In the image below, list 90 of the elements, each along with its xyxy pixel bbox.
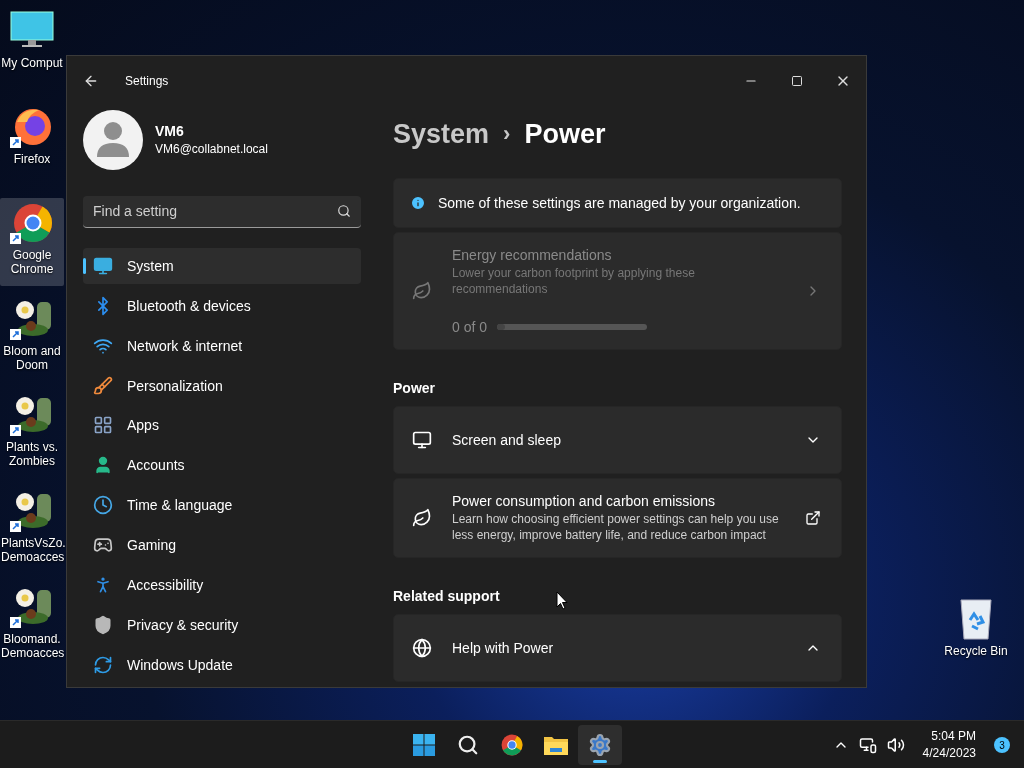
nav-label: Personalization [127, 377, 223, 394]
card-title: Energy recommendations [452, 247, 613, 263]
breadcrumb-parent[interactable]: System [393, 118, 490, 150]
shortcut-label: PlantsVsZo. Demoacces [1, 536, 63, 564]
nav-item[interactable]: Accounts [83, 447, 361, 484]
user-email: VM6@collabnet.local [155, 142, 268, 157]
breadcrumb-separator: › [503, 121, 511, 147]
card-title: Help with Power [452, 640, 555, 656]
nav-item[interactable]: Bluetooth & devices [83, 287, 361, 324]
card-title: Screen and sleep [452, 432, 562, 448]
screen-icon [412, 430, 432, 450]
desktop-shortcut[interactable]: Plants vs. Zombies [0, 390, 64, 478]
shortcut-label: Recycle Bin [943, 644, 1009, 658]
nav-item[interactable]: Personalization [83, 367, 361, 404]
desktop-shortcut[interactable]: Bloom and Doom [0, 294, 64, 382]
shortcut-label: My Comput [1, 56, 63, 70]
leaf-icon [412, 281, 432, 301]
nav-label: Network & internet [127, 337, 243, 354]
search-field[interactable]: Find a setting [93, 196, 337, 227]
nav-label: Accounts [127, 457, 185, 474]
section-heading: Power [393, 380, 435, 396]
info-icon [410, 195, 426, 211]
desktop-shortcut[interactable]: My Comput [0, 6, 64, 94]
settings-card[interactable]: Power consumption and carbon emissions Learn how choosing efficient power settings can help you use less energy, improve battery life, and reduce carbon impact [393, 478, 842, 558]
shortcut-label: Bloomand. Demoacces [1, 632, 63, 660]
selection-indicator [83, 257, 86, 274]
page-title: Power [524, 118, 606, 150]
window-title: Settings [125, 74, 169, 88]
person-icon [93, 455, 113, 476]
nav-item[interactable]: Apps [83, 407, 361, 444]
update-icon [93, 654, 113, 675]
shortcut-label: Google Chrome [9, 248, 55, 276]
gear-icon [588, 733, 612, 757]
nav-label: Privacy & security [127, 617, 239, 634]
nav-label: Apps [127, 417, 159, 434]
user-name: VM6 [155, 123, 185, 140]
external-link-icon [805, 510, 821, 526]
card-description: Lower your carbon footprint by applying these recommendations [452, 265, 696, 297]
maximize-icon [791, 75, 803, 87]
desktop-shortcut[interactable]: Bloomand. Demoacces [0, 582, 64, 670]
section-heading: Related support [393, 588, 500, 604]
mouse-pointer-icon [556, 591, 568, 610]
nav-item[interactable]: Time & language [83, 487, 361, 524]
monitor-icon [93, 255, 113, 276]
nav-item[interactable]: Accessibility [83, 567, 361, 604]
date-text: 4/24/2023 [922, 745, 976, 762]
nav-label: Time & language [127, 497, 233, 514]
desktop-shortcut[interactable]: PlantsVsZo. Demoacces [0, 486, 64, 574]
apps-grid-icon [93, 415, 113, 436]
search-icon [457, 734, 479, 756]
nav-item[interactable]: System [83, 247, 361, 284]
nav-label: System [127, 257, 174, 274]
volume-icon[interactable] [886, 736, 905, 754]
taskbar-app[interactable] [578, 725, 622, 765]
windows-logo-icon [412, 733, 436, 757]
settings-card[interactable]: Help with Power [393, 614, 842, 682]
globe-icon [412, 638, 432, 658]
shortcut-label: Plants vs. Zombies [5, 440, 59, 468]
folder-icon [543, 734, 569, 756]
card-title: Power consumption and carbon emissions [452, 493, 717, 509]
chrome-icon [500, 733, 524, 757]
nav-label: Bluetooth & devices [127, 297, 251, 314]
network-icon[interactable] [858, 736, 877, 754]
shortcut-label: Bloom and Doom [2, 344, 62, 372]
info-text: Some of these settings are managed by your organization. [438, 195, 801, 211]
desktop-shortcut[interactable]: Google Chrome [0, 198, 64, 286]
progress-count: 0 of 0 [452, 319, 488, 335]
settings-card[interactable]: Screen and sleep [393, 406, 842, 474]
nav-label: Windows Update [127, 656, 233, 673]
person-silhouette-icon [96, 120, 130, 159]
desktop-shortcut[interactable]: Firefox [0, 102, 64, 190]
active-indicator [593, 760, 607, 763]
shortcut-label: Firefox [12, 152, 52, 166]
paintbrush-icon [93, 375, 113, 396]
recycle-bin-icon [958, 596, 994, 640]
nav-item[interactable]: Gaming [83, 527, 361, 564]
nav-label: Accessibility [127, 577, 204, 594]
nav-label: Gaming [127, 537, 177, 554]
notification-badge[interactable]: 3 [994, 737, 1010, 753]
nav-item[interactable]: Windows Update [83, 647, 361, 683]
nav-item[interactable]: Privacy & security [83, 607, 361, 643]
clock-icon [93, 495, 113, 516]
nav-item[interactable]: Network & internet [83, 327, 361, 364]
search-box[interactable]: Find a setting [83, 195, 361, 228]
leaf-icon [412, 508, 432, 528]
shield-icon [93, 615, 113, 636]
clock[interactable]: 5:04 PM 4/24/2023 [922, 728, 976, 762]
time-text: 5:04 PM [931, 728, 976, 745]
search-icon [337, 204, 351, 219]
card-description: Learn how choosing efficient power settings can help you use less energy, improve battery life, and reduce carbon impact [452, 511, 780, 543]
